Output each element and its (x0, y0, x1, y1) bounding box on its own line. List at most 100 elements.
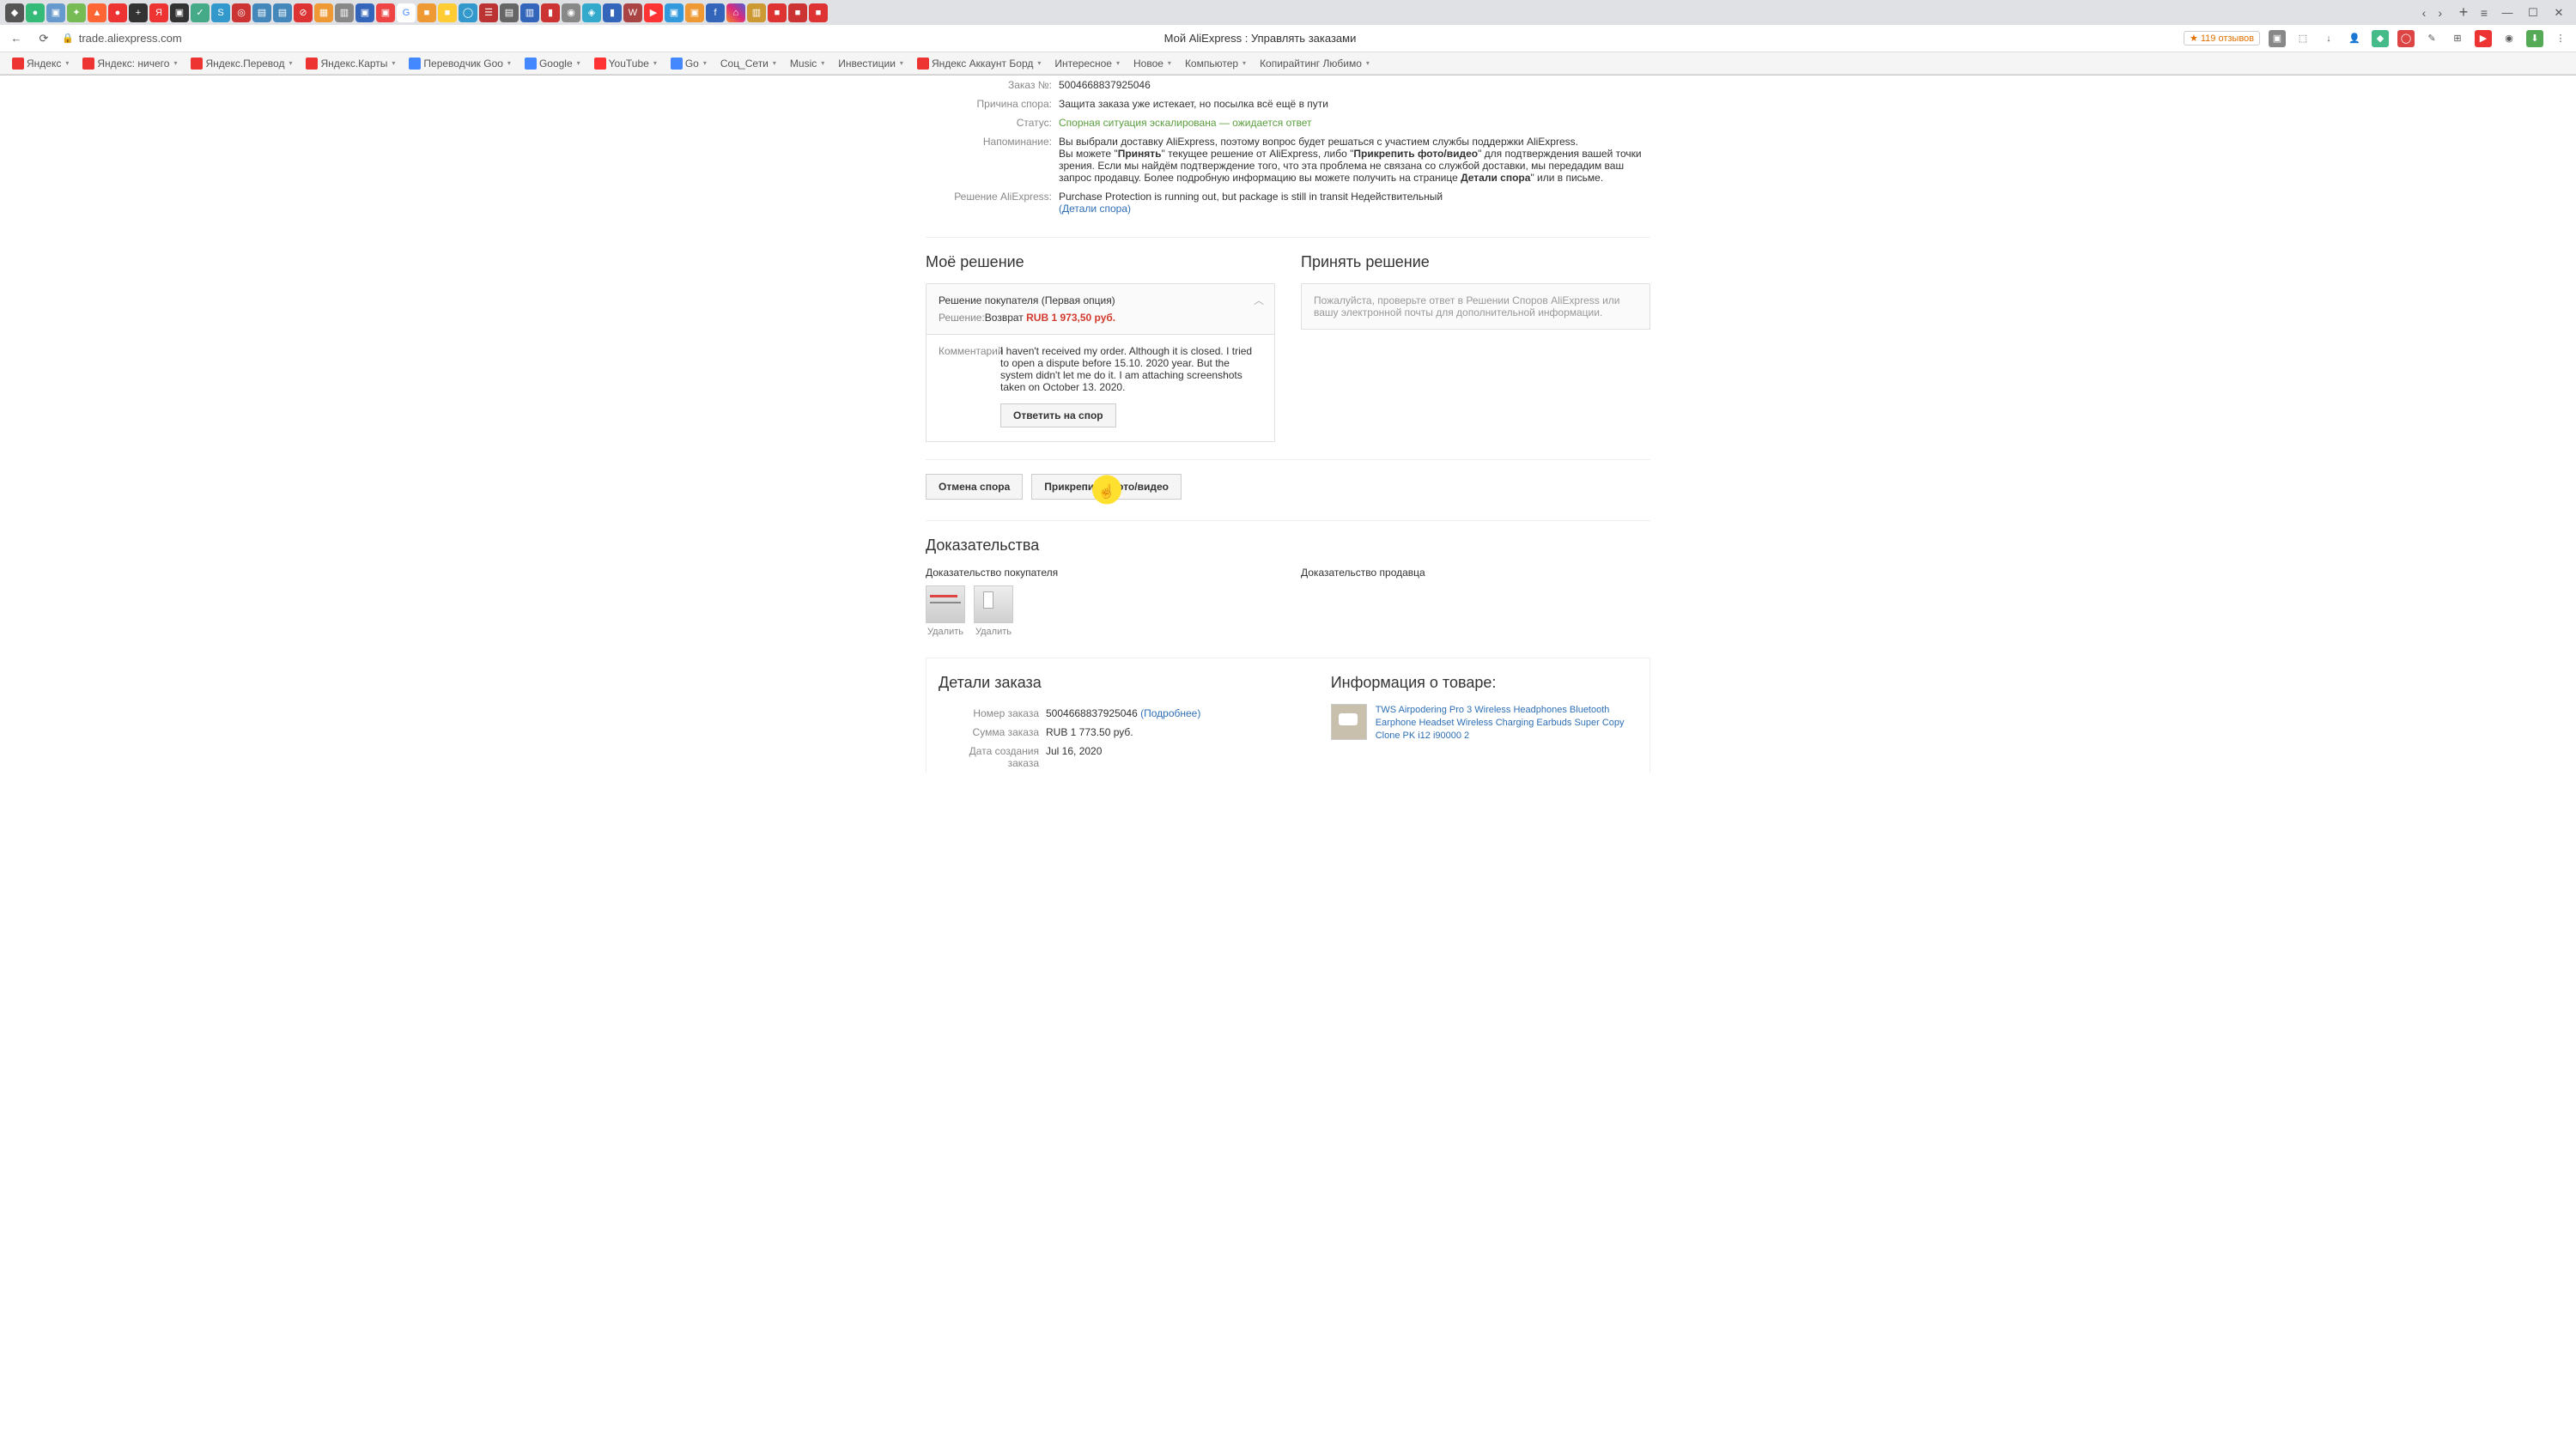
user-icon[interactable]: 👤 (2346, 30, 2363, 47)
tab-item[interactable]: W (623, 3, 642, 22)
tab-item[interactable]: ■ (788, 3, 807, 22)
tab-item[interactable]: ▮ (603, 3, 622, 22)
bookmark-item[interactable]: Яндекс: ничего (77, 56, 182, 71)
url-field[interactable]: 🔒 trade.aliexpress.com (62, 32, 337, 45)
menu-icon[interactable]: ⋮ (2552, 30, 2569, 47)
order-more-link[interactable]: (Подробнее) (1140, 707, 1200, 719)
tab-item[interactable]: ▶ (644, 3, 663, 22)
bookmark-item[interactable]: Соц_Сети (715, 56, 781, 71)
evidence-section: Доказательства Доказательство покупателя… (926, 520, 1650, 637)
tab-item[interactable]: ■ (438, 3, 457, 22)
tab-item[interactable]: ◎ (232, 3, 251, 22)
bookmark-item[interactable]: Инвестиции (833, 56, 908, 71)
new-tab-button[interactable]: + (2454, 3, 2473, 22)
reviews-badge[interactable]: ★119 отзывов (2184, 31, 2260, 45)
decision-option-title: Решение покупателя (Первая опция) (939, 294, 1262, 306)
bookmark-item[interactable]: Компьютер (1180, 56, 1251, 71)
extension-icon[interactable]: ⬚ (2294, 30, 2312, 47)
page-title: Мой AliExpress : Управлять заказами (345, 32, 2175, 45)
delete-evidence-button[interactable]: Удалить (974, 627, 1013, 637)
product-thumbnail[interactable] (1331, 704, 1367, 740)
tab-item[interactable]: ▣ (46, 3, 65, 22)
tab-item[interactable]: ● (26, 3, 45, 22)
tab-item[interactable]: ▦ (314, 3, 333, 22)
extension-icon[interactable]: ◆ (2372, 30, 2389, 47)
cancel-dispute-button[interactable]: Отмена спора (926, 474, 1023, 500)
bookmark-item[interactable]: Яндекс.Перевод (185, 56, 297, 71)
tab-item[interactable]: ▣ (355, 3, 374, 22)
bookmark-item[interactable]: Переводчик Goo (404, 56, 516, 71)
extension-icon[interactable]: ▶ (2475, 30, 2492, 47)
bookmark-item[interactable]: Music (785, 56, 829, 71)
bookmark-item[interactable]: Яндекс (7, 56, 74, 71)
bookmark-item[interactable]: YouTube (589, 56, 662, 71)
window-minimize[interactable]: — (2495, 3, 2519, 22)
extension-icon[interactable]: ⊞ (2449, 30, 2466, 47)
tab-item[interactable]: f (706, 3, 725, 22)
bookmark-item[interactable]: Go (665, 56, 712, 71)
order-no-value: 5004668837925046 (1059, 79, 1650, 91)
tab-item[interactable]: ▣ (376, 3, 395, 22)
tab-item[interactable]: ◆ (5, 3, 24, 22)
tab-item[interactable]: ■ (809, 3, 828, 22)
bookmark-item[interactable]: Новое (1128, 56, 1176, 71)
dispute-details-link[interactable]: (Детали спора) (1059, 203, 1131, 215)
tab-item[interactable]: ■ (768, 3, 787, 22)
tab-item[interactable]: ▤ (273, 3, 292, 22)
delete-evidence-button[interactable]: Удалить (926, 627, 965, 637)
tab-item[interactable]: ▣ (685, 3, 704, 22)
back-button[interactable]: ← (7, 29, 26, 48)
tab-item[interactable]: S (211, 3, 230, 22)
tab-item[interactable]: ■ (417, 3, 436, 22)
bookmark-item[interactable]: Интересное (1049, 56, 1125, 71)
tab-item[interactable]: ▥ (335, 3, 354, 22)
window-close[interactable]: ✕ (2547, 3, 2571, 22)
tab-item[interactable]: ▣ (170, 3, 189, 22)
extension-icon[interactable]: ▣ (2269, 30, 2286, 47)
page-content: Заказ №: 5004668837925046 Причина спора:… (919, 76, 1657, 807)
extension-icon[interactable]: ◉ (2500, 30, 2518, 47)
window-maximize[interactable]: ☐ (2521, 3, 2545, 22)
reply-dispute-button[interactable]: Ответить на спор (1000, 403, 1116, 427)
tab-item[interactable]: ◯ (459, 3, 477, 22)
tab-item[interactable]: ▤ (500, 3, 519, 22)
tab-item[interactable]: ▤ (252, 3, 271, 22)
extension-icon[interactable]: ↓ (2320, 30, 2337, 47)
tab-item[interactable]: ✓ (191, 3, 210, 22)
status-label: Статус: (926, 117, 1059, 129)
collapse-icon[interactable]: ︿ (1254, 293, 1264, 307)
edit-icon[interactable]: ✎ (2423, 30, 2440, 47)
bookmark-icon (525, 58, 537, 70)
evidence-thumbnail[interactable] (926, 585, 965, 623)
ali-decision-value: Purchase Protection is running out, but … (1059, 191, 1650, 215)
tab-item[interactable]: ▮ (541, 3, 560, 22)
tab-item[interactable]: Я (149, 3, 168, 22)
tabs-menu-button[interactable]: ≡ (2475, 3, 2494, 22)
tab-item[interactable]: ✦ (67, 3, 86, 22)
reload-button[interactable]: ⟳ (34, 29, 53, 48)
tab-item[interactable]: ▥ (747, 3, 766, 22)
tab-item[interactable]: ⌂ (726, 3, 745, 22)
extension-icon[interactable]: ◯ (2397, 30, 2415, 47)
attach-media-button[interactable]: Прикрепить фото/видео (1031, 474, 1182, 500)
tab-item[interactable]: ◉ (562, 3, 580, 22)
extension-icon[interactable]: ⬇ (2526, 30, 2543, 47)
tab-item[interactable]: G (397, 3, 416, 22)
bookmark-item[interactable]: Копирайтинг Любимо (1255, 56, 1375, 71)
tab-item[interactable]: ▥ (520, 3, 539, 22)
tab-item[interactable]: ⊘ (294, 3, 313, 22)
tab-item[interactable]: ▣ (665, 3, 683, 22)
tabs-prev-button[interactable]: ‹ (2419, 4, 2430, 21)
product-name-link[interactable]: TWS Airpodering Pro 3 Wireless Headphone… (1376, 704, 1637, 743)
tab-item[interactable]: ◈ (582, 3, 601, 22)
tab-item[interactable]: ▲ (88, 3, 106, 22)
bookmark-item[interactable]: Яндекс Аккаунт Борд (912, 56, 1046, 71)
evidence-thumbnail[interactable] (974, 585, 1013, 623)
bookmark-item[interactable]: Яндекс.Карты (301, 56, 400, 71)
tab-item[interactable]: ● (108, 3, 127, 22)
tabs-next-button[interactable]: › (2434, 4, 2445, 21)
buyer-decision-box: ︿ Решение покупателя (Первая опция) Реше… (926, 283, 1275, 335)
tab-item[interactable]: + (129, 3, 148, 22)
tab-item[interactable]: ☰ (479, 3, 498, 22)
bookmark-item[interactable]: Google (519, 56, 586, 71)
